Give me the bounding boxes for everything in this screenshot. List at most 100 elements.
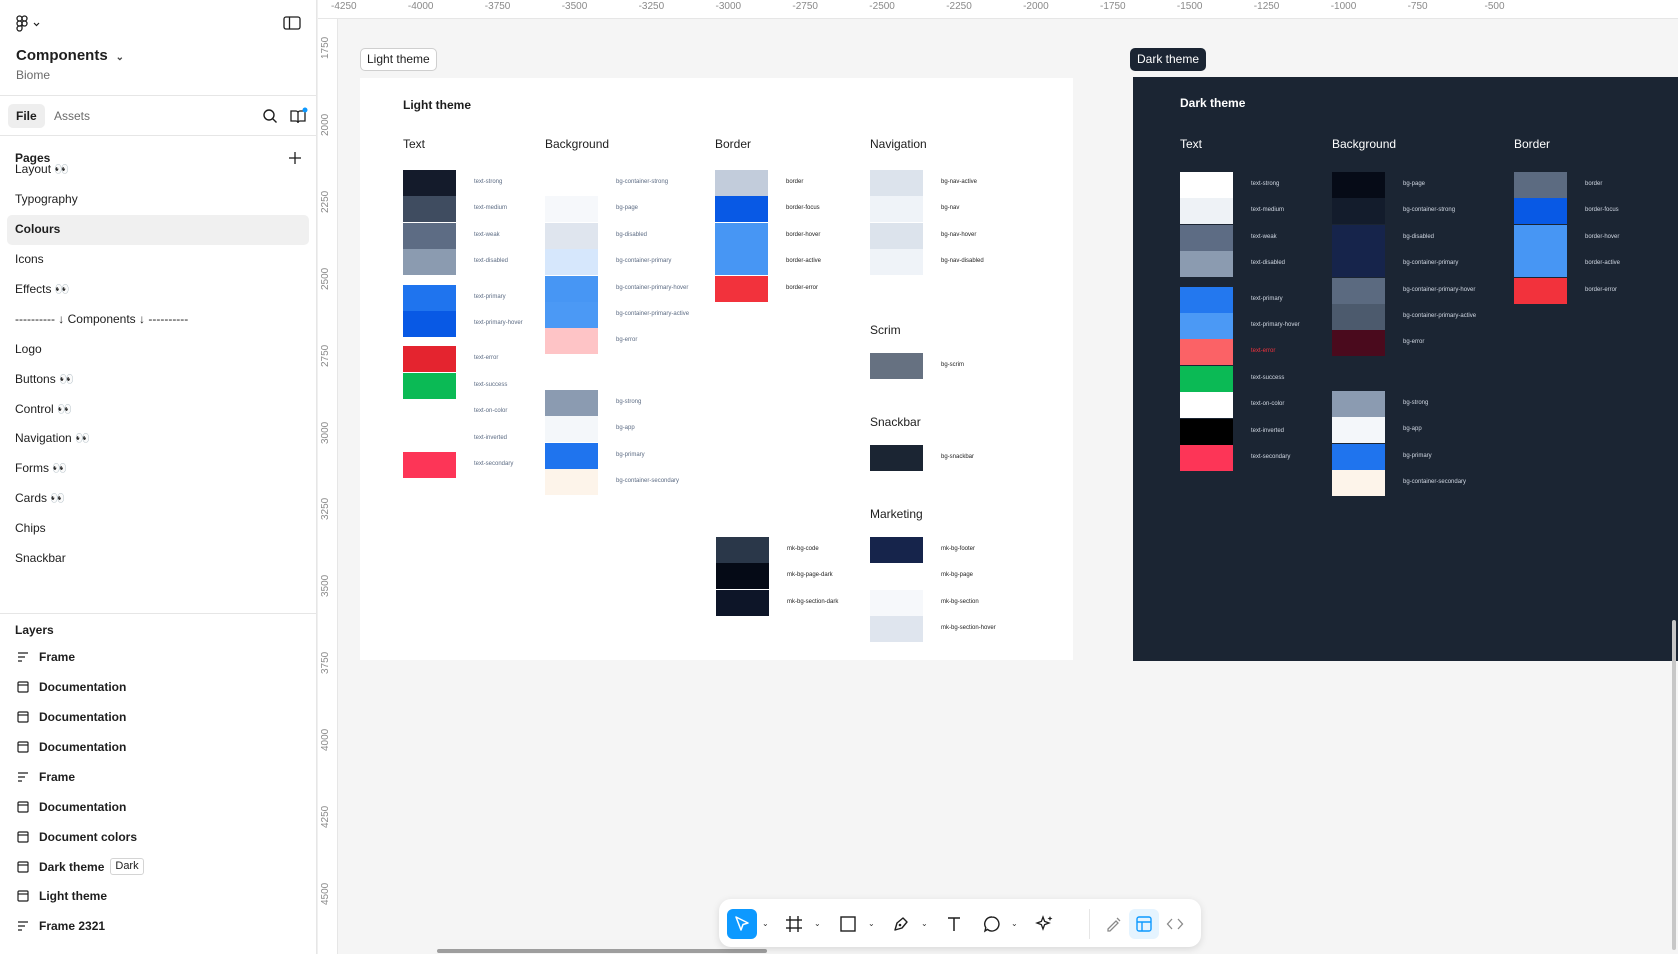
page-item[interactable]: Forms 👀 bbox=[7, 454, 309, 484]
color-swatch[interactable] bbox=[403, 222, 456, 249]
color-swatch[interactable] bbox=[870, 249, 923, 276]
chevron-down-icon[interactable]: ⌄ bbox=[762, 919, 769, 928]
dark-theme-frame-label[interactable]: Dark theme bbox=[1130, 48, 1207, 71]
color-swatch[interactable] bbox=[545, 416, 598, 443]
color-swatch[interactable] bbox=[716, 563, 769, 590]
page-item[interactable]: ---------- ↓ Components ↓ ---------- bbox=[7, 305, 309, 335]
horizontal-scrollbar[interactable] bbox=[437, 949, 767, 953]
color-swatch[interactable] bbox=[1332, 224, 1385, 251]
page-item[interactable]: Control 👀 bbox=[7, 395, 309, 425]
color-swatch[interactable] bbox=[870, 563, 923, 590]
color-swatch[interactable] bbox=[403, 170, 456, 196]
layer-item[interactable]: Document colors bbox=[0, 822, 316, 852]
color-swatch[interactable] bbox=[403, 249, 456, 276]
file-name[interactable]: Components ⌄ bbox=[16, 47, 124, 64]
tab-assets[interactable]: Assets bbox=[46, 104, 98, 128]
layer-item[interactable]: Documentation bbox=[0, 732, 316, 762]
page-item[interactable]: Layout 👀 bbox=[7, 155, 309, 185]
color-swatch[interactable] bbox=[403, 346, 456, 373]
layer-item[interactable]: Dark theme Dark bbox=[0, 852, 316, 882]
color-swatch[interactable] bbox=[870, 196, 923, 223]
page-item[interactable]: Colours bbox=[7, 214, 309, 245]
color-swatch[interactable] bbox=[1180, 445, 1233, 471]
color-swatch[interactable] bbox=[403, 452, 456, 478]
library-icon[interactable] bbox=[289, 107, 309, 125]
project-name[interactable]: Biome bbox=[16, 68, 50, 82]
color-swatch[interactable] bbox=[403, 425, 456, 452]
color-swatch[interactable] bbox=[545, 170, 598, 196]
rectangle-tool-icon[interactable] bbox=[833, 909, 863, 939]
color-swatch[interactable] bbox=[1180, 198, 1233, 225]
chevron-down-icon[interactable]: ⌄ bbox=[921, 919, 928, 928]
color-swatch[interactable] bbox=[1332, 443, 1385, 470]
color-swatch[interactable] bbox=[870, 170, 923, 196]
chevron-down-icon[interactable]: ⌄ bbox=[868, 919, 875, 928]
color-swatch[interactable] bbox=[1332, 330, 1385, 357]
chevron-down-icon[interactable]: ⌄ bbox=[814, 919, 821, 928]
color-swatch[interactable] bbox=[545, 275, 598, 302]
color-swatch[interactable] bbox=[403, 372, 456, 399]
comment-tool-icon[interactable] bbox=[977, 909, 1007, 939]
color-swatch[interactable] bbox=[1332, 277, 1385, 304]
vertical-scrollbar[interactable] bbox=[1672, 620, 1676, 950]
color-swatch[interactable] bbox=[715, 196, 768, 223]
page-item[interactable]: Effects 👀 bbox=[7, 275, 309, 305]
layer-item[interactable]: Frame 2321 bbox=[0, 911, 316, 941]
light-theme-frame-label[interactable]: Light theme bbox=[360, 48, 437, 71]
color-swatch[interactable] bbox=[715, 275, 768, 302]
figma-menu-icon[interactable] bbox=[14, 14, 44, 34]
search-icon[interactable] bbox=[261, 107, 279, 125]
layer-item[interactable]: Documentation bbox=[0, 672, 316, 702]
color-swatch[interactable] bbox=[1180, 251, 1233, 278]
design-canvas[interactable]: -4250 -4000 -3750 -3500 -3250 -3000 -2750 -2500… bbox=[318, 0, 1678, 954]
color-swatch[interactable] bbox=[545, 442, 598, 469]
color-swatch[interactable] bbox=[1332, 304, 1385, 330]
sidebar-toggle-icon[interactable] bbox=[283, 15, 301, 31]
color-swatch[interactable] bbox=[1180, 286, 1233, 313]
pen-tool-icon[interactable] bbox=[886, 909, 916, 939]
color-swatch[interactable] bbox=[870, 353, 923, 379]
color-swatch[interactable] bbox=[545, 469, 598, 496]
color-swatch[interactable] bbox=[545, 196, 598, 223]
page-item[interactable]: Cards 👀 bbox=[7, 484, 309, 514]
color-swatch[interactable] bbox=[870, 589, 923, 616]
color-swatch[interactable] bbox=[1180, 172, 1233, 198]
color-swatch[interactable] bbox=[1332, 391, 1385, 417]
frame-tool-icon[interactable] bbox=[779, 909, 809, 939]
color-swatch[interactable] bbox=[716, 589, 769, 616]
draw-mode-icon[interactable] bbox=[1099, 909, 1129, 939]
dark-theme-frame[interactable]: Dark theme Text Background Border text-s… bbox=[1133, 77, 1678, 661]
color-swatch[interactable] bbox=[1180, 313, 1233, 339]
color-swatch[interactable] bbox=[545, 328, 598, 355]
color-swatch[interactable] bbox=[403, 399, 456, 426]
color-swatch[interactable] bbox=[715, 170, 768, 196]
color-swatch[interactable] bbox=[1514, 251, 1567, 278]
color-swatch[interactable] bbox=[1514, 198, 1567, 225]
color-swatch[interactable] bbox=[715, 249, 768, 276]
layer-item[interactable]: Frame bbox=[0, 762, 316, 792]
page-item[interactable]: Chips bbox=[7, 514, 309, 544]
color-swatch[interactable] bbox=[870, 616, 923, 643]
color-swatch[interactable] bbox=[1332, 172, 1385, 198]
page-item[interactable]: Buttons 👀 bbox=[7, 365, 309, 395]
color-swatch[interactable] bbox=[545, 302, 598, 328]
color-swatch[interactable] bbox=[1332, 198, 1385, 225]
ai-actions-icon[interactable] bbox=[1030, 909, 1060, 939]
color-swatch[interactable] bbox=[403, 284, 456, 311]
tab-file[interactable]: File bbox=[8, 104, 45, 128]
light-theme-frame[interactable]: Light theme Text Background Border Navig… bbox=[360, 78, 1073, 660]
page-item[interactable]: Navigation 👀 bbox=[7, 424, 309, 454]
page-item[interactable]: Typography bbox=[7, 185, 309, 215]
color-swatch[interactable] bbox=[545, 222, 598, 249]
color-swatch[interactable] bbox=[870, 222, 923, 249]
color-swatch[interactable] bbox=[870, 537, 923, 563]
page-item[interactable]: Logo bbox=[7, 335, 309, 365]
color-swatch[interactable] bbox=[1514, 277, 1567, 304]
color-swatch[interactable] bbox=[403, 196, 456, 223]
page-item[interactable]: Snackbar bbox=[7, 544, 309, 574]
chevron-down-icon[interactable]: ⌄ bbox=[1011, 919, 1018, 928]
color-swatch[interactable] bbox=[1332, 251, 1385, 278]
color-swatch[interactable] bbox=[1514, 172, 1567, 198]
layer-item[interactable]: Light theme bbox=[0, 882, 316, 912]
color-swatch[interactable] bbox=[403, 311, 456, 337]
